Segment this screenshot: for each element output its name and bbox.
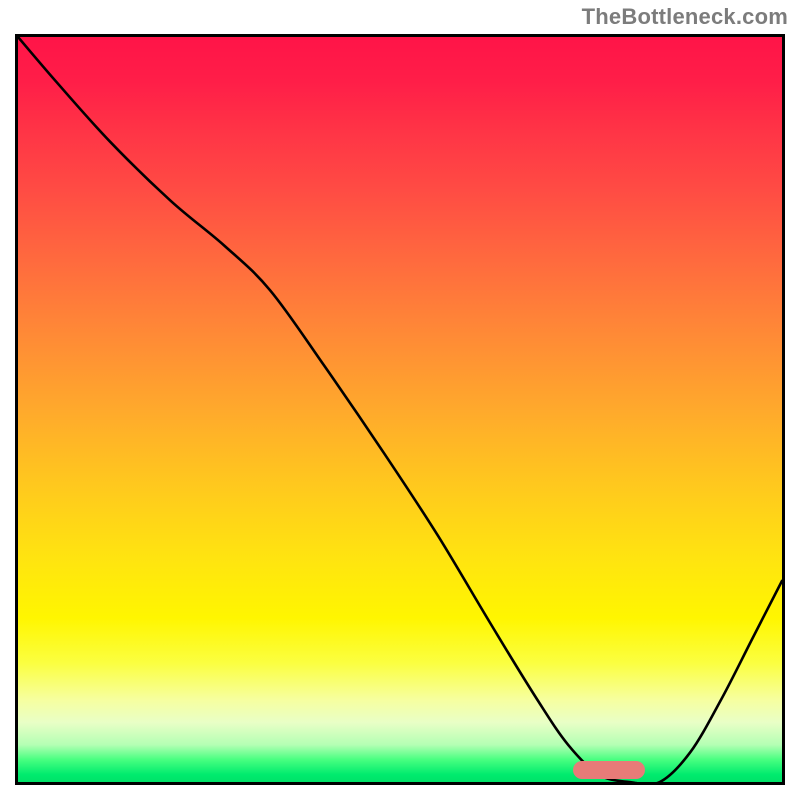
chart-container: TheBottleneck.com [0, 0, 800, 800]
line-curve [18, 37, 782, 782]
watermark-text: TheBottleneck.com [582, 4, 788, 30]
highlight-marker [573, 761, 645, 779]
plot-area [15, 34, 785, 785]
